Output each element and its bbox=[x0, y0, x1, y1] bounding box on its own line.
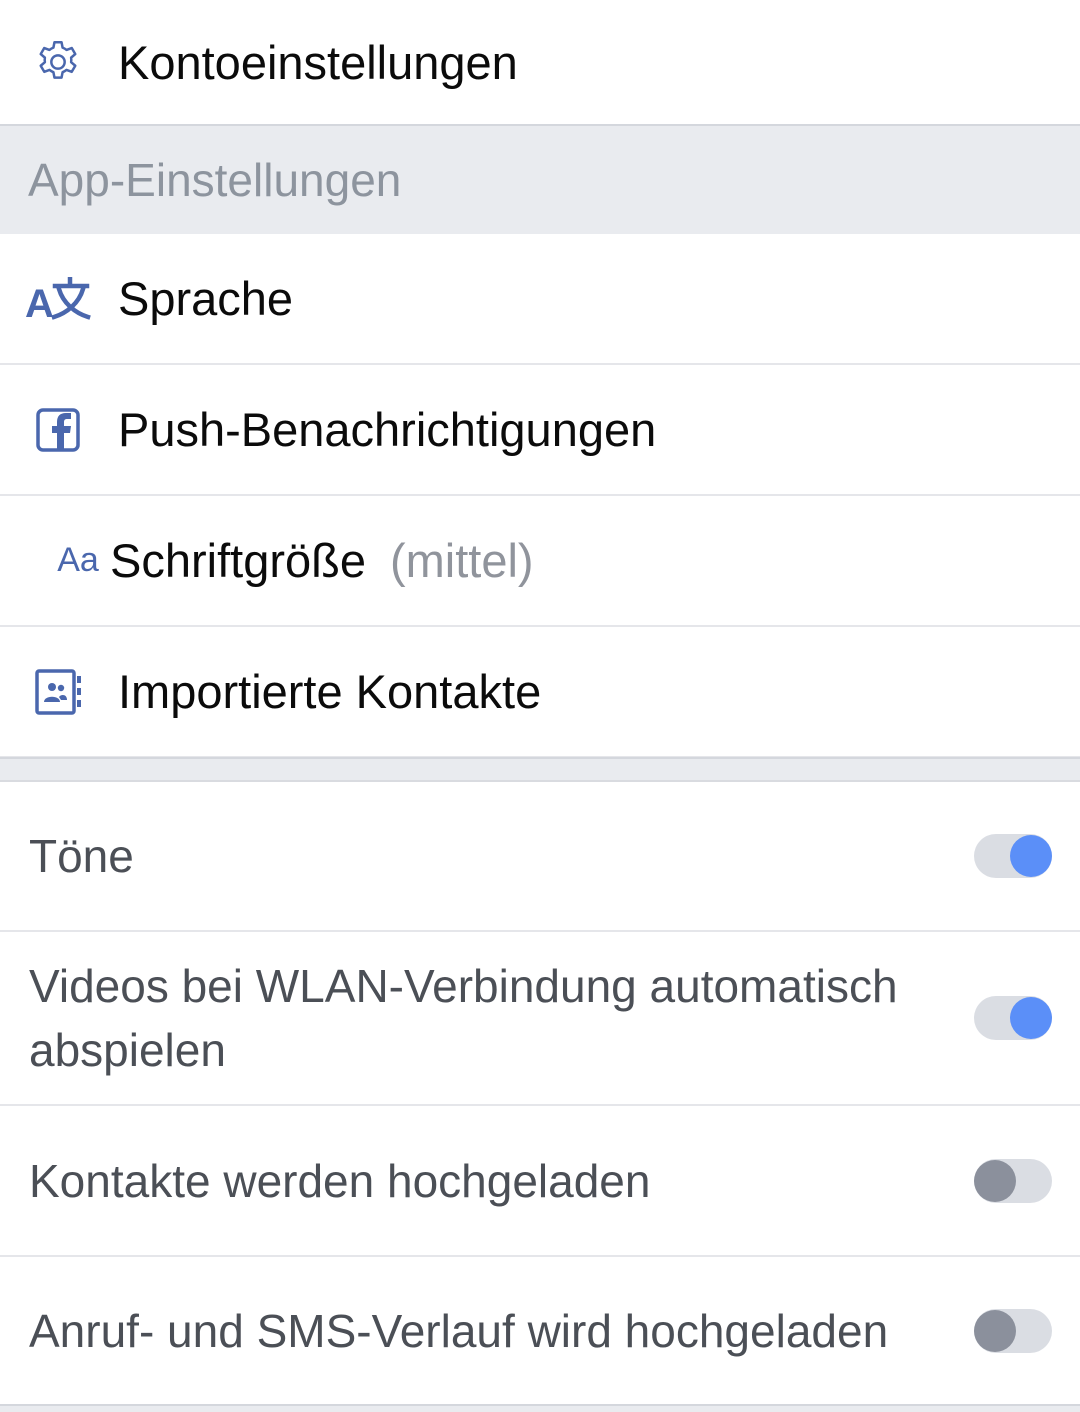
toggle-knob bbox=[974, 1309, 1016, 1352]
video-autoplay-toggle[interactable] bbox=[974, 996, 1052, 1040]
language-label: Sprache bbox=[118, 272, 294, 325]
toggle-knob bbox=[1010, 997, 1052, 1039]
account-settings-row[interactable]: Kontoeinstellungen bbox=[0, 0, 1080, 126]
contacts-upload-label: Kontakte werden hochgeladen bbox=[29, 1154, 651, 1207]
font-size-label: Schriftgröße bbox=[110, 534, 366, 587]
call-sms-upload-label: Anruf- und SMS-Verlauf wird hochgeladen bbox=[29, 1304, 889, 1357]
font-size-icon: Aa bbox=[57, 541, 99, 579]
sounds-label: Töne bbox=[29, 830, 134, 882]
section-divider bbox=[0, 757, 1080, 782]
app-settings-header-label: App-Einstellungen bbox=[28, 154, 402, 206]
language-row[interactable]: A Sprache bbox=[0, 234, 1080, 365]
facebook-icon bbox=[30, 365, 86, 494]
gear-icon bbox=[30, 0, 86, 124]
font-size-value: (mittel) bbox=[389, 534, 534, 587]
contacts-book-icon bbox=[30, 627, 86, 756]
svg-text:A: A bbox=[25, 282, 54, 321]
contacts-upload-toggle[interactable] bbox=[974, 1158, 1052, 1203]
translate-icon: A bbox=[22, 234, 92, 363]
push-notifications-row[interactable]: Push-Benachrichtigungen bbox=[0, 365, 1080, 496]
app-settings-section-header: App-Einstellungen bbox=[0, 124, 1080, 234]
video-autoplay-row[interactable]: Videos bei WLAN-Verbindung automatisch a… bbox=[0, 932, 1080, 1106]
settings-screen: Kontoeinstellungen App-Einstellungen A S… bbox=[0, 0, 1080, 1412]
contacts-upload-row[interactable]: Kontakte werden hochgeladen bbox=[0, 1106, 1080, 1257]
call-sms-upload-row[interactable]: Anruf- und SMS-Verlauf wird hochgeladen bbox=[0, 1257, 1080, 1404]
font-size-label-group: Schriftgröße (mittel) bbox=[110, 496, 534, 625]
toggle-knob bbox=[1010, 835, 1052, 877]
imported-contacts-label: Importierte Kontakte bbox=[118, 665, 542, 718]
bottom-divider bbox=[0, 1404, 1080, 1412]
font-size-row[interactable]: Aa Schriftgröße (mittel) bbox=[0, 496, 1080, 627]
sounds-row[interactable]: Töne bbox=[0, 782, 1080, 932]
account-settings-label: Kontoeinstellungen bbox=[118, 35, 518, 89]
call-sms-upload-toggle[interactable] bbox=[974, 1308, 1052, 1353]
push-notifications-label: Push-Benachrichtigungen bbox=[118, 403, 657, 456]
sounds-toggle[interactable] bbox=[974, 834, 1052, 878]
imported-contacts-row[interactable]: Importierte Kontakte bbox=[0, 627, 1080, 758]
toggle-knob bbox=[974, 1159, 1016, 1202]
video-autoplay-label: Videos bei WLAN-Verbindung automatisch a… bbox=[29, 960, 898, 1076]
